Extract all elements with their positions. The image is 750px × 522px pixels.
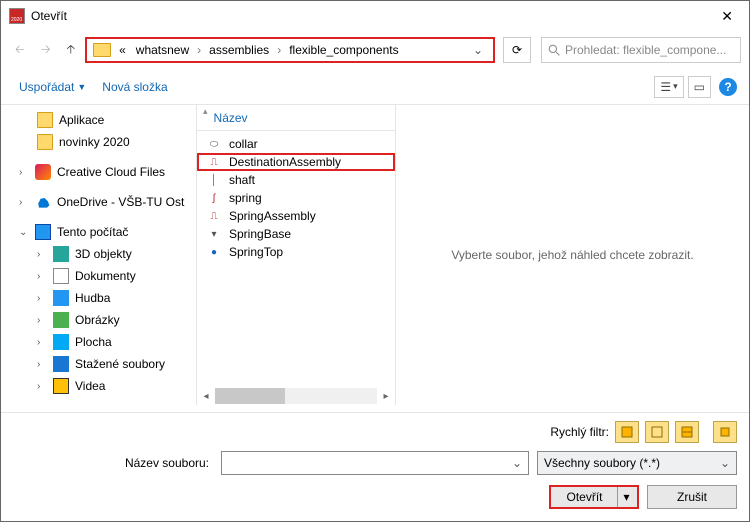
filename-input[interactable]: ⌄ xyxy=(221,451,529,475)
column-header-name[interactable]: ▴ Název xyxy=(197,105,395,131)
file-item[interactable]: │shaft xyxy=(197,171,395,189)
folder-icon xyxy=(37,134,53,150)
forward-button: 🡢 xyxy=(35,36,57,65)
organize-button[interactable]: Uspořádat▼ xyxy=(13,76,92,98)
preview-pane-button[interactable]: ▭ xyxy=(688,76,711,98)
chevron-down-icon[interactable]: ⌄ xyxy=(467,43,489,57)
assembly-icon: ⎍ xyxy=(207,155,221,169)
desktop-icon xyxy=(53,334,69,350)
folder-icon xyxy=(37,112,53,128)
folder-icon xyxy=(93,43,111,57)
part-icon: ▾ xyxy=(207,227,221,241)
new-folder-button[interactable]: Nová složka xyxy=(96,76,173,98)
back-button[interactable]: 🡠 xyxy=(9,36,31,65)
part-icon: │ xyxy=(207,173,221,187)
part-icon: ● xyxy=(207,245,221,259)
chevron-down-icon: ⌄ xyxy=(720,456,730,470)
chevron-down-icon: ⌄ xyxy=(19,227,29,238)
tree-item[interactable]: ›Dokumenty xyxy=(15,265,196,287)
refresh-button[interactable]: ⟳ xyxy=(503,37,531,63)
app-icon xyxy=(9,8,25,24)
pc-icon xyxy=(35,224,51,240)
file-item[interactable]: ʃspring xyxy=(197,189,395,207)
quick-filter-label: Rychlý filtr: xyxy=(550,425,609,439)
chevron-down-icon: ⌄ xyxy=(512,456,522,470)
cancel-button[interactable]: Zrušit xyxy=(647,485,737,509)
tree-item[interactable]: ›OneDrive - VŠB-TU Ost xyxy=(15,191,196,213)
search-input[interactable]: Prohledat: flexible_compone... xyxy=(541,37,741,63)
scroll-thumb[interactable] xyxy=(215,388,285,404)
filter-assembly-button[interactable] xyxy=(615,421,639,443)
tree-item[interactable]: ›3D objekty xyxy=(15,243,196,265)
part-icon: ʃ xyxy=(207,191,221,205)
part-icon: ⬭ xyxy=(207,137,221,151)
videos-icon xyxy=(53,378,69,394)
file-item[interactable]: ●SpringTop xyxy=(197,243,395,261)
horizontal-scrollbar[interactable]: ◂ ▸ xyxy=(197,387,395,405)
scroll-right-icon: ▸ xyxy=(377,391,395,402)
file-item-highlighted[interactable]: ⎍DestinationAssembly xyxy=(197,153,395,171)
tree-item[interactable]: ›Plocha xyxy=(15,331,196,353)
breadcrumb-item[interactable]: flexible_components xyxy=(285,41,402,59)
assembly-icon: ⎍ xyxy=(207,209,221,223)
breadcrumb-item[interactable]: whatsnew xyxy=(132,41,193,59)
tree-item[interactable]: ›Obrázky xyxy=(15,309,196,331)
file-list[interactable]: ⬭collar ⎍DestinationAssembly │shaft ʃspr… xyxy=(197,131,395,387)
chevron-down-icon: ▼ xyxy=(77,82,86,92)
chevron-right-icon: › xyxy=(19,167,29,178)
filename-label: Název souboru: xyxy=(13,456,213,470)
window-title: Otevřít xyxy=(31,9,713,23)
music-icon xyxy=(53,290,69,306)
breadcrumb[interactable]: « whatsnew › assemblies › flexible_compo… xyxy=(85,37,495,63)
open-button[interactable]: Otevřít▾ xyxy=(549,485,639,509)
chevron-right-icon: › xyxy=(19,197,29,208)
up-button[interactable]: 🡡 xyxy=(60,36,81,65)
chevron-right-icon: › xyxy=(275,43,283,57)
filter-part-button[interactable] xyxy=(645,421,669,443)
tree-item[interactable]: novinky 2020 xyxy=(15,131,196,153)
chevron-right-icon: › xyxy=(195,43,203,57)
tree-item[interactable]: ›Hudba xyxy=(15,287,196,309)
search-icon xyxy=(548,44,561,57)
cube-icon xyxy=(53,246,69,262)
document-icon xyxy=(53,268,69,284)
tree-item[interactable]: ⌄Tento počítač xyxy=(15,221,196,243)
chevron-down-icon: ▾ xyxy=(618,490,636,504)
scroll-left-icon: ◂ xyxy=(197,391,215,402)
preview-pane: Vyberte soubor, jehož náhled chcete zobr… xyxy=(396,105,749,405)
file-item[interactable]: ⎍SpringAssembly xyxy=(197,207,395,225)
filetype-select[interactable]: Všechny soubory (*.*)⌄ xyxy=(537,451,737,475)
breadcrumb-item[interactable]: assemblies xyxy=(205,41,273,59)
file-item[interactable]: ▾SpringBase xyxy=(197,225,395,243)
sort-asc-icon: ▴ xyxy=(203,106,208,117)
tree-item[interactable]: ›Videa xyxy=(15,375,196,397)
filter-custom-button[interactable] xyxy=(713,421,737,443)
view-list-button[interactable]: ☰▾ xyxy=(654,76,683,98)
file-item[interactable]: ⬭collar xyxy=(197,135,395,153)
folder-tree[interactable]: Aplikace novinky 2020 ›Creative Cloud Fi… xyxy=(1,105,196,405)
help-button[interactable]: ? xyxy=(719,78,737,96)
onedrive-icon xyxy=(35,194,51,210)
downloads-icon xyxy=(53,356,69,372)
filter-drawing-button[interactable] xyxy=(675,421,699,443)
pictures-icon xyxy=(53,312,69,328)
close-icon[interactable]: ✕ xyxy=(713,4,741,29)
tree-item[interactable]: ›Creative Cloud Files xyxy=(15,161,196,183)
creative-cloud-icon xyxy=(35,164,51,180)
tree-item[interactable]: ›Stažené soubory xyxy=(15,353,196,375)
tree-item[interactable]: Aplikace xyxy=(15,109,196,131)
